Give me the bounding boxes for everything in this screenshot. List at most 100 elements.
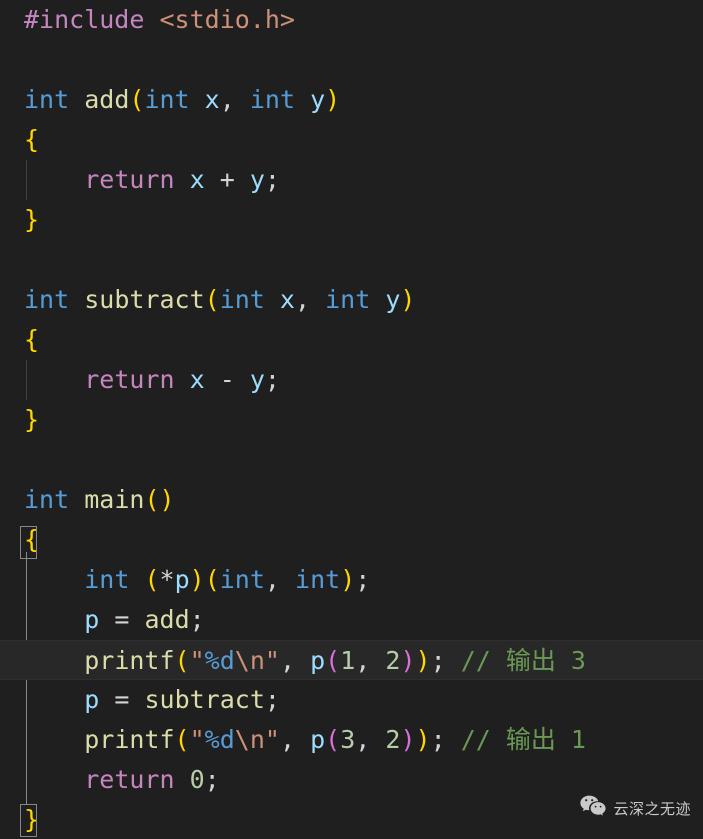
- token-escape-newline: \n: [234, 646, 265, 675]
- token-comma: ,: [294, 285, 311, 314]
- token-paren-open: (: [174, 646, 190, 675]
- token-brace-close: }: [24, 205, 40, 234]
- token-header: <stdio.h>: [159, 5, 295, 34]
- wechat-watermark: 云深之无迹: [580, 789, 691, 829]
- token-op-minus: -: [219, 365, 235, 394]
- token-paren-close: ): [400, 646, 416, 675]
- code-line-2[interactable]: [0, 40, 703, 80]
- code-line-14[interactable]: {: [0, 520, 703, 560]
- token-semicolon: ;: [264, 165, 280, 194]
- code-line-12[interactable]: [0, 440, 703, 480]
- code-line-5[interactable]: return x + y;: [0, 160, 703, 200]
- token-var-p: p: [84, 605, 100, 634]
- token-num-3: 3: [340, 725, 356, 754]
- code-line-15[interactable]: int (*p)(int, int);: [0, 560, 703, 600]
- token-fn-subtract: subtract: [144, 685, 265, 714]
- token-semicolon: ;: [204, 765, 220, 794]
- code-lines[interactable]: #include <stdio.h> int add(int x, int y)…: [0, 0, 703, 839]
- token-num-2: 2: [385, 646, 401, 675]
- token-type-int: int: [24, 285, 70, 314]
- code-editor[interactable]: #include <stdio.h> int add(int x, int y)…: [0, 0, 703, 839]
- code-line-10[interactable]: return x - y;: [0, 360, 703, 400]
- token-semicolon: ;: [264, 365, 280, 394]
- token-format-specifier: %d: [204, 725, 235, 754]
- code-line-8[interactable]: int subtract(int x, int y): [0, 280, 703, 320]
- token-kw-return: return: [84, 165, 175, 194]
- token-num-1: 1: [340, 646, 356, 675]
- token-fn-printf: printf: [84, 646, 175, 675]
- code-line-4[interactable]: {: [0, 120, 703, 160]
- code-line-18[interactable]: p = subtract;: [0, 680, 703, 720]
- token-brace-close-main: }: [24, 805, 40, 834]
- token-type-int: int: [24, 485, 70, 514]
- code-line-19[interactable]: printf("%d\n", p(3, 2)); // 输出 1: [0, 720, 703, 760]
- token-semicolon: ;: [430, 646, 446, 675]
- token-num-0: 0: [189, 765, 205, 794]
- token-paren-open: (: [325, 646, 341, 675]
- code-line-9[interactable]: {: [0, 320, 703, 360]
- token-var-x: x: [189, 165, 205, 194]
- code-line-11[interactable]: }: [0, 400, 703, 440]
- code-line-1[interactable]: #include <stdio.h>: [0, 0, 703, 40]
- token-fn-add: add: [84, 85, 130, 114]
- token-var-y: y: [310, 85, 326, 114]
- token-var-x: x: [279, 285, 295, 314]
- code-line-17-active[interactable]: printf("%d\n", p(1, 2)); // 输出 3: [0, 640, 703, 680]
- token-paren-close: ): [400, 285, 416, 314]
- token-comma: ,: [355, 646, 371, 675]
- token-var-p: p: [310, 646, 326, 675]
- token-fn-main: main: [84, 485, 145, 514]
- token-comma: ,: [279, 646, 295, 675]
- code-line-13[interactable]: int main(): [0, 480, 703, 520]
- token-paren-close: ): [189, 565, 205, 594]
- token-type-int: int: [144, 85, 190, 114]
- token-paren-open: (: [129, 85, 145, 114]
- watermark-text: 云深之无迹: [613, 800, 691, 818]
- token-paren-open: (: [325, 725, 341, 754]
- token-paren-open: (: [144, 485, 160, 514]
- token-paren-open: (: [204, 565, 220, 594]
- token-var-y: y: [385, 285, 401, 314]
- code-line-3[interactable]: int add(int x, int y): [0, 80, 703, 120]
- code-line-7[interactable]: [0, 240, 703, 280]
- token-brace-close: }: [24, 405, 40, 434]
- token-semicolon: ;: [264, 685, 280, 714]
- token-include-directive: #include: [24, 5, 145, 34]
- token-comma: ,: [355, 725, 371, 754]
- token-quote: ": [189, 725, 205, 754]
- token-type-int: int: [219, 285, 265, 314]
- token-comment-output-3: // 输出 3: [460, 646, 586, 675]
- code-line-6[interactable]: }: [0, 200, 703, 240]
- token-fn-subtract: subtract: [84, 285, 205, 314]
- token-type-int: int: [249, 85, 295, 114]
- code-line-16[interactable]: p = add;: [0, 600, 703, 640]
- token-kw-return: return: [84, 365, 175, 394]
- token-quote: ": [264, 725, 280, 754]
- token-assign: =: [114, 605, 130, 634]
- token-star: *: [159, 565, 175, 594]
- token-type-int: int: [219, 565, 265, 594]
- token-type-int: int: [84, 565, 130, 594]
